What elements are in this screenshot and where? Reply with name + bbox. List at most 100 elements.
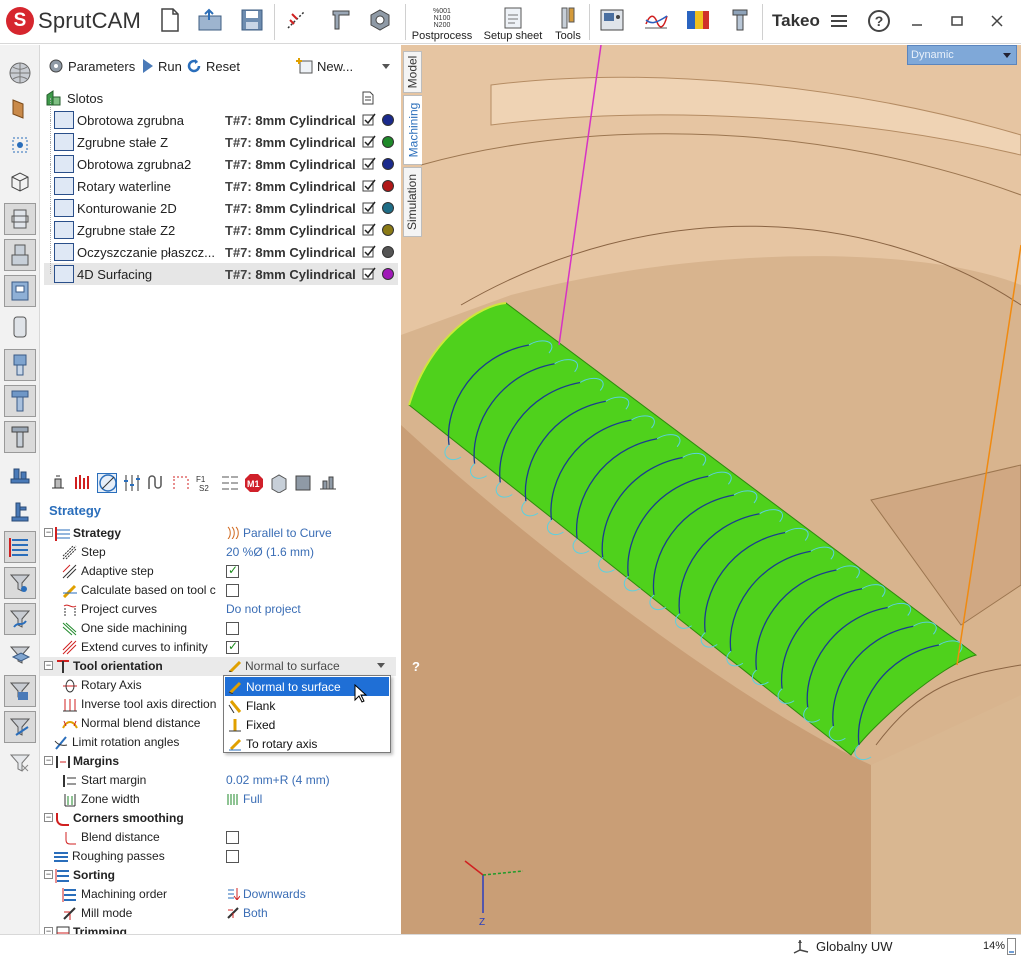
new-file-icon[interactable] (156, 6, 184, 34)
roughing-passes-checkbox[interactable] (226, 850, 239, 863)
postprocess-button[interactable]: %001 N100 N200 Postprocess (411, 2, 473, 43)
operation-row[interactable]: Obrotowa zgrubna2 T#7: 8mm Cylindrical (44, 142, 398, 175)
machining-order-value[interactable]: Downwards (226, 887, 306, 901)
prop-zone-width[interactable]: Zone width Full (40, 790, 396, 809)
m1-tab-icon[interactable]: M1 (244, 473, 264, 493)
document-icon[interactable] (362, 91, 374, 105)
operation-row[interactable]: Konturowanie 2D T#7: 8mm Cylindrical (44, 186, 398, 219)
prop-roughing-passes[interactable]: Roughing passes (40, 847, 396, 866)
prop-calculate-based[interactable]: Calculate based on tool c (40, 581, 396, 600)
prop-step[interactable]: Step 20 %Ø (1.6 mm) (40, 543, 396, 562)
operation-color-dot[interactable] (382, 180, 394, 192)
zone-width-value[interactable]: Full (226, 792, 262, 806)
operation-row[interactable]: 4D Surfacing T#7: 8mm Cylindrical (44, 252, 398, 285)
operation-row[interactable]: Obrotowa zgrubna T#7: 8mm Cylindrical (44, 98, 398, 131)
collapse-toggle[interactable]: − (44, 756, 53, 765)
prop-blend-distance[interactable]: Blend distance (40, 828, 396, 847)
endmill-op-icon[interactable] (4, 385, 36, 417)
mill-op-icon[interactable] (4, 239, 36, 271)
operation-enabled-checkbox[interactable] (362, 201, 376, 215)
operation-color-dot[interactable] (382, 268, 394, 280)
setup-sheet-button[interactable]: Setup sheet (482, 2, 544, 42)
operation-row[interactable]: Rotary waterline T#7: 8mm Cylindrical (44, 164, 398, 197)
cube-wireframe-icon[interactable] (4, 165, 36, 197)
run-button[interactable]: Run (142, 55, 182, 77)
tab-model[interactable]: Model (403, 51, 422, 93)
bounding-box-icon[interactable] (4, 129, 36, 161)
open-file-icon[interactable] (196, 6, 224, 34)
start-margin-value[interactable]: 0.02 mm+R (4 mm) (226, 773, 330, 787)
machine-control-icon[interactable] (598, 6, 626, 34)
workpiece-icon[interactable] (4, 93, 36, 125)
strategy-tab-icon[interactable] (97, 473, 117, 493)
operation-enabled-checkbox[interactable] (362, 113, 376, 127)
cutter-tab-icon[interactable] (171, 473, 191, 493)
color-palette-icon[interactable] (684, 6, 712, 34)
operation-color-dot[interactable] (382, 114, 394, 126)
adaptive-step-checkbox[interactable] (226, 563, 239, 578)
operation-row[interactable]: Zgrubne stałe Z T#7: 8mm Cylindrical (44, 120, 398, 153)
tree-root[interactable]: Slotos (44, 87, 103, 109)
prop-strategy[interactable]: − Strategy Parallel to Curve (40, 524, 396, 543)
operation-enabled-checkbox[interactable] (362, 157, 376, 171)
funnel-edge-icon[interactable] (4, 711, 36, 743)
f1-s2-tab-icon[interactable]: F1 S2 (195, 473, 215, 493)
prop-project-curves[interactable]: Project curves Do not project (40, 600, 396, 619)
funnel-surface-icon[interactable] (4, 639, 36, 671)
tool-orientation-value[interactable]: Normal to surface (228, 659, 340, 673)
close-icon[interactable] (984, 8, 1010, 34)
strategy-value[interactable]: Parallel to Curve (226, 526, 332, 540)
new-operation-button[interactable]: New... (295, 55, 353, 77)
tab-simulation[interactable]: Simulation (403, 167, 422, 237)
magnet-snap-icon[interactable] (282, 6, 310, 34)
machine-tab-icon[interactable] (48, 473, 68, 493)
parameters-button[interactable]: Parameters (48, 55, 135, 77)
lines-tab-icon[interactable] (220, 473, 240, 493)
minimize-icon[interactable] (904, 8, 930, 34)
new-operation-dropdown-arrow[interactable] (382, 64, 390, 69)
dropdown-option[interactable]: To rotary axis (225, 734, 389, 753)
collapse-toggle[interactable]: − (44, 661, 53, 670)
tab-machining[interactable]: Machining (403, 95, 422, 165)
tool-tab-icon[interactable] (73, 473, 93, 493)
dropdown-option[interactable]: Fixed (225, 715, 389, 734)
reset-button[interactable]: Reset (186, 55, 240, 77)
operation-enabled-checkbox[interactable] (362, 135, 376, 149)
coordinate-system[interactable]: Globalny UW (792, 938, 893, 954)
feeds-tab-icon[interactable] (122, 473, 142, 493)
prop-start-margin[interactable]: Start margin 0.02 mm+R (4 mm) (40, 771, 396, 790)
funnel-clear-icon[interactable] (4, 747, 36, 779)
operation-color-dot[interactable] (382, 158, 394, 170)
prop-margins[interactable]: − Margins (40, 752, 396, 771)
prop-adaptive-step[interactable]: Adaptive step (40, 562, 396, 581)
sphere-view-icon[interactable] (4, 57, 36, 89)
prop-machining-order[interactable]: Machining order Downwards (40, 885, 396, 904)
fixture-tab-icon[interactable] (318, 473, 338, 493)
operation-color-dot[interactable] (382, 136, 394, 148)
collapse-toggle[interactable]: − (44, 528, 53, 537)
operation-row[interactable]: Oczyszczanie płaszcz... T#7: 8mm Cylindri… (44, 230, 398, 263)
prop-extend-curves[interactable]: Extend curves to infinity (40, 638, 396, 657)
extend-curves-checkbox[interactable] (226, 639, 239, 654)
operation-color-dot[interactable] (382, 224, 394, 236)
help-icon[interactable]: ? (866, 8, 892, 34)
lathe-op-icon[interactable] (4, 203, 36, 235)
cube-tab-icon[interactable] (293, 473, 313, 493)
operation-color-dot[interactable] (382, 246, 394, 258)
zoom-meter[interactable] (1007, 938, 1016, 955)
milling-cutter-icon[interactable] (726, 6, 754, 34)
collapse-toggle[interactable]: − (44, 870, 53, 879)
tap-op-icon[interactable] (4, 421, 36, 453)
part-tab-icon[interactable] (269, 473, 289, 493)
operation-enabled-checkbox[interactable] (362, 267, 376, 281)
project-curves-value[interactable]: Do not project (226, 602, 301, 616)
funnel-curve-icon[interactable] (4, 603, 36, 635)
save-icon[interactable] (238, 6, 266, 34)
cylinder-op-icon[interactable] (4, 311, 36, 343)
calculate-based-checkbox[interactable] (226, 584, 239, 597)
operation-row[interactable]: Zgrubne stałe Z2 T#7: 8mm Cylindrical (44, 208, 398, 241)
tools-button[interactable]: Tools (552, 2, 584, 42)
pocket-op-icon[interactable] (4, 275, 36, 307)
mill-mode-value[interactable]: Both (226, 906, 268, 920)
operation-enabled-checkbox[interactable] (362, 179, 376, 193)
